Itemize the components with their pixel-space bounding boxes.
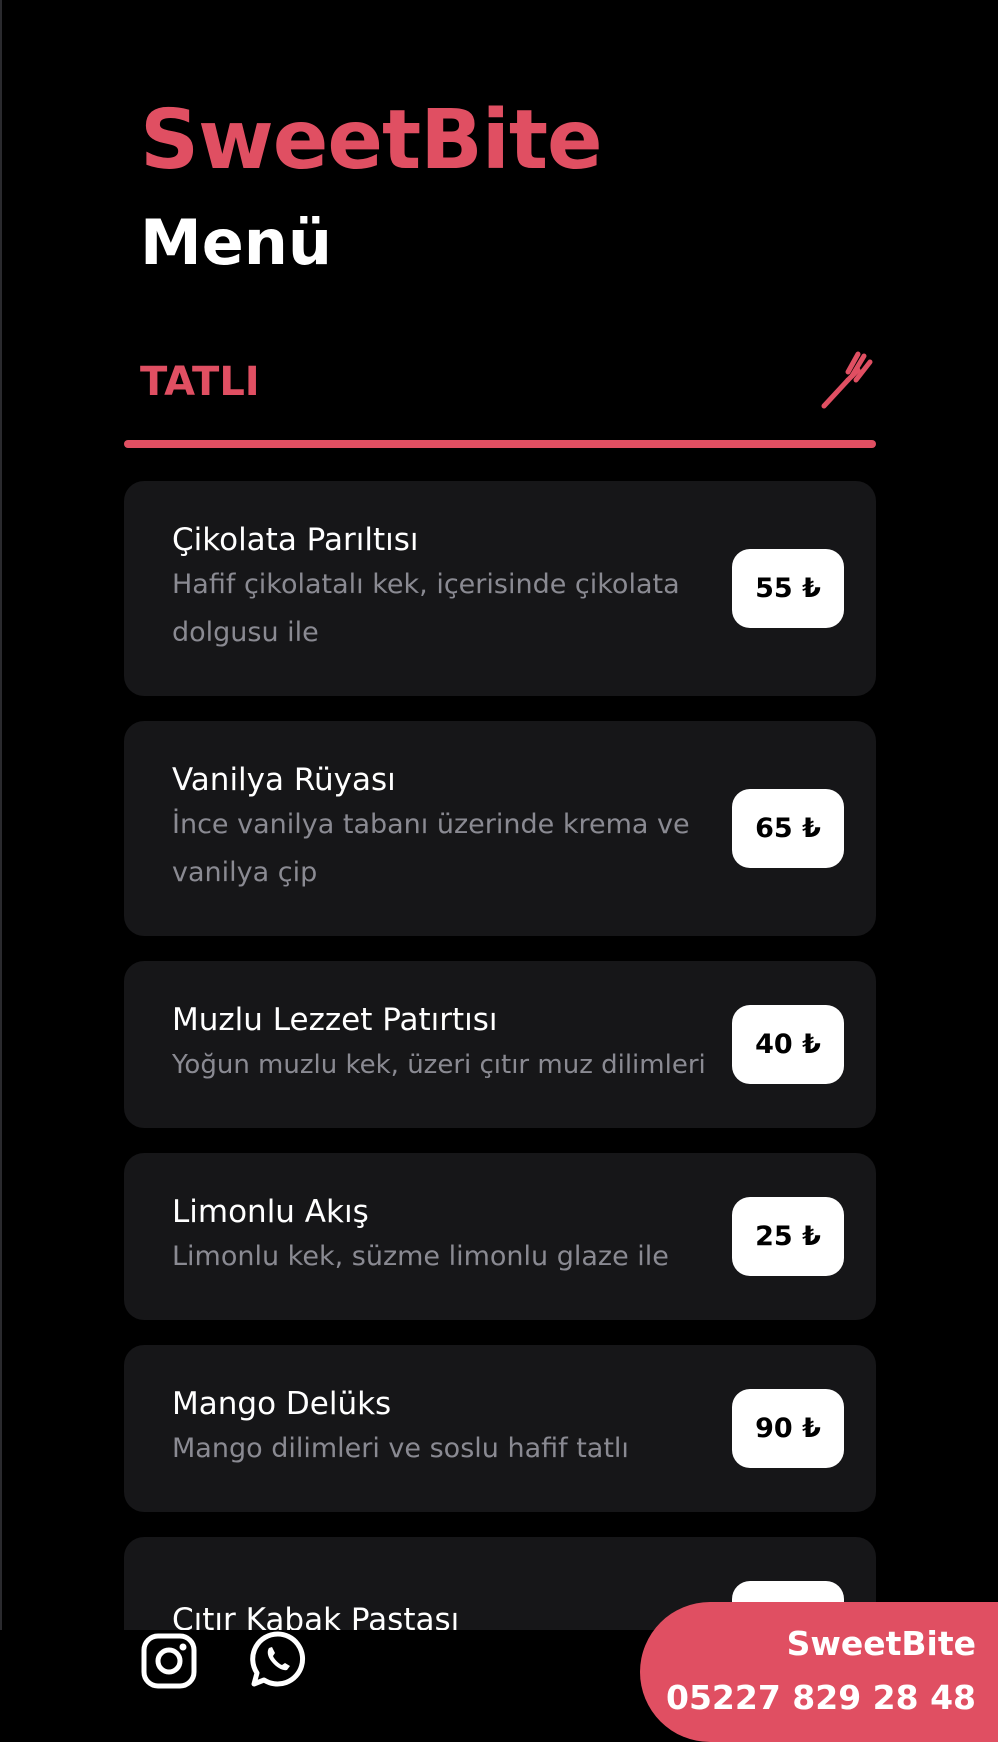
section-title: TATLI xyxy=(140,359,260,405)
menu-item-card[interactable]: Limonlu Akış Limonlu kek, süzme limonlu … xyxy=(124,1153,876,1320)
price-badge: 65 ₺ xyxy=(732,789,844,868)
price-badge: 55 ₺ xyxy=(732,549,844,628)
item-name: Mango Delüks xyxy=(172,1386,392,1423)
item-description: Mango dilimleri ve soslu hafif tatlı xyxy=(172,1432,629,1464)
price-badge: 25 ₺ xyxy=(732,1197,844,1276)
fork-icon xyxy=(821,351,873,409)
item-description: Yoğun muzlu kek, üzeri çıtır muz dilimle… xyxy=(172,1049,706,1080)
contact-button[interactable]: SweetBite 05227 829 28 48 xyxy=(640,1602,998,1742)
contact-phone: 05227 829 28 48 xyxy=(665,1678,976,1717)
section-header: TATLI xyxy=(124,350,876,448)
menu-item-card[interactable]: Muzlu Lezzet Patırtısı Yoğun muzlu kek, … xyxy=(124,961,876,1128)
menu-item-card[interactable]: Mango Delüks Mango dilimleri ve soslu ha… xyxy=(124,1345,876,1512)
instagram-icon[interactable] xyxy=(140,1632,198,1690)
menu-item-card[interactable]: Vanilya Rüyası İnce vanilya tabanı üzeri… xyxy=(124,721,876,936)
item-name: Muzlu Lezzet Patırtısı xyxy=(172,1002,498,1039)
whatsapp-icon[interactable] xyxy=(248,1629,308,1689)
item-name: Çıtır Kabak Pastası xyxy=(172,1602,460,1630)
page-title: Menü xyxy=(140,206,333,279)
item-description: Hafif çikolatalı kek, içerisinde çikolat… xyxy=(172,568,680,648)
section-divider xyxy=(124,440,876,448)
item-description: İnce vanilya tabanı üzerinde krema ve va… xyxy=(172,808,690,888)
item-name: Çikolata Parıltısı xyxy=(172,522,419,559)
menu-item-card[interactable]: Çikolata Parıltısı Hafif çikolatalı kek,… xyxy=(124,481,876,696)
item-description: Limonlu kek, süzme limonlu glaze ile xyxy=(172,1240,669,1272)
item-name: Vanilya Rüyası xyxy=(172,762,396,799)
price-badge: 40 ₺ xyxy=(732,1005,844,1084)
contact-name: SweetBite xyxy=(786,1624,976,1663)
brand-title: SweetBite xyxy=(140,93,603,188)
price-badge: 90 ₺ xyxy=(732,1389,844,1468)
item-name: Limonlu Akış xyxy=(172,1194,369,1231)
menu-list[interactable]: Çikolata Parıltısı Hafif çikolatalı kek,… xyxy=(124,481,876,1630)
